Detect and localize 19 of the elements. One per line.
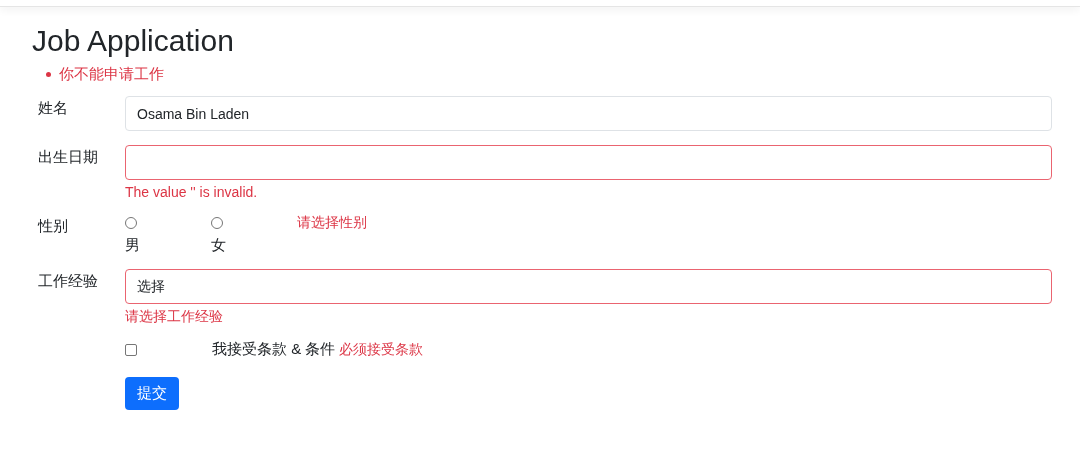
checkbox-label[interactable]: 我接受条款 & 条件 — [212, 340, 336, 359]
validation-error: The value '' is invalid. — [125, 184, 259, 200]
text-field[interactable]: Osama Bin Laden — [125, 96, 1052, 131]
field-label: 姓名 — [38, 98, 69, 118]
field-label: 工作经验 — [38, 271, 99, 291]
bullet-icon — [46, 72, 51, 77]
checkbox[interactable] — [125, 343, 137, 356]
page-title: Job Application — [32, 23, 235, 59]
field-label: 出生日期 — [38, 147, 99, 167]
error-message: 你不能申请工作 — [59, 65, 164, 84]
field-label: 性别 — [38, 216, 69, 236]
submit-button[interactable]: 提交 — [125, 377, 179, 410]
select-field[interactable]: 选择 — [125, 269, 1052, 304]
validation-error: 必须接受条款 — [339, 340, 424, 359]
radio-label[interactable]: 女 — [211, 236, 226, 255]
text-field[interactable] — [125, 145, 1052, 180]
radio-label[interactable]: 男 — [125, 236, 140, 255]
validation-error: 请选择性别 — [297, 214, 367, 232]
validation-error: 请选择工作经验 — [125, 308, 224, 326]
